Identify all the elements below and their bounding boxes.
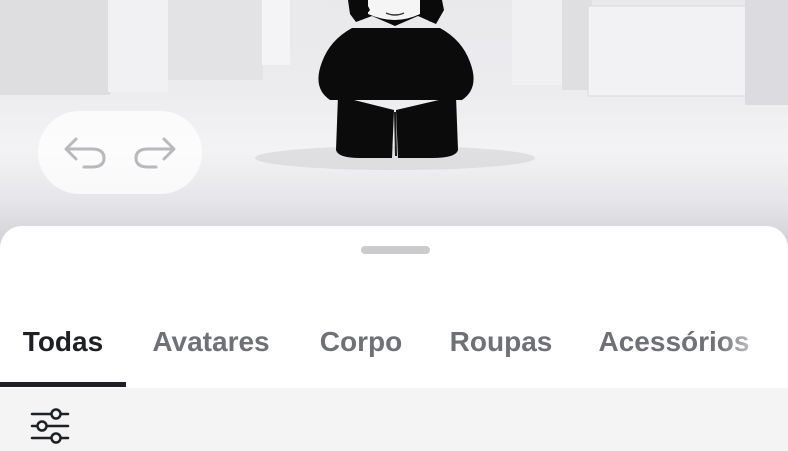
redo-button[interactable] — [129, 127, 181, 179]
catalog-bottom-sheet: Todas Avatares Corpo Roupas Acessórios — [0, 226, 788, 451]
undo-button[interactable] — [59, 127, 111, 179]
undo-redo-controls — [38, 111, 202, 194]
tab-todas[interactable]: Todas — [0, 296, 126, 388]
sheet-drag-handle[interactable] — [361, 246, 430, 254]
redo-arrow-icon — [134, 137, 176, 168]
active-tab-indicator — [0, 382, 126, 387]
tab-roupas[interactable]: Roupas — [434, 296, 568, 388]
tab-corpo[interactable]: Corpo — [303, 296, 419, 388]
filter-button[interactable] — [28, 406, 72, 448]
category-tabs: Todas Avatares Corpo Roupas Acessórios — [0, 296, 788, 388]
undo-arrow-icon — [64, 137, 106, 168]
tab-acessorios[interactable]: Acessórios — [583, 296, 765, 388]
filter-bar — [0, 388, 788, 451]
tab-avatares[interactable]: Avatares — [133, 296, 289, 388]
filter-sliders-icon — [30, 408, 70, 444]
avatar-editor-screen: Todas Avatares Corpo Roupas Acessórios — [0, 0, 788, 451]
avatar-figure — [318, 0, 474, 158]
avatar-3d-viewport[interactable] — [0, 0, 788, 250]
